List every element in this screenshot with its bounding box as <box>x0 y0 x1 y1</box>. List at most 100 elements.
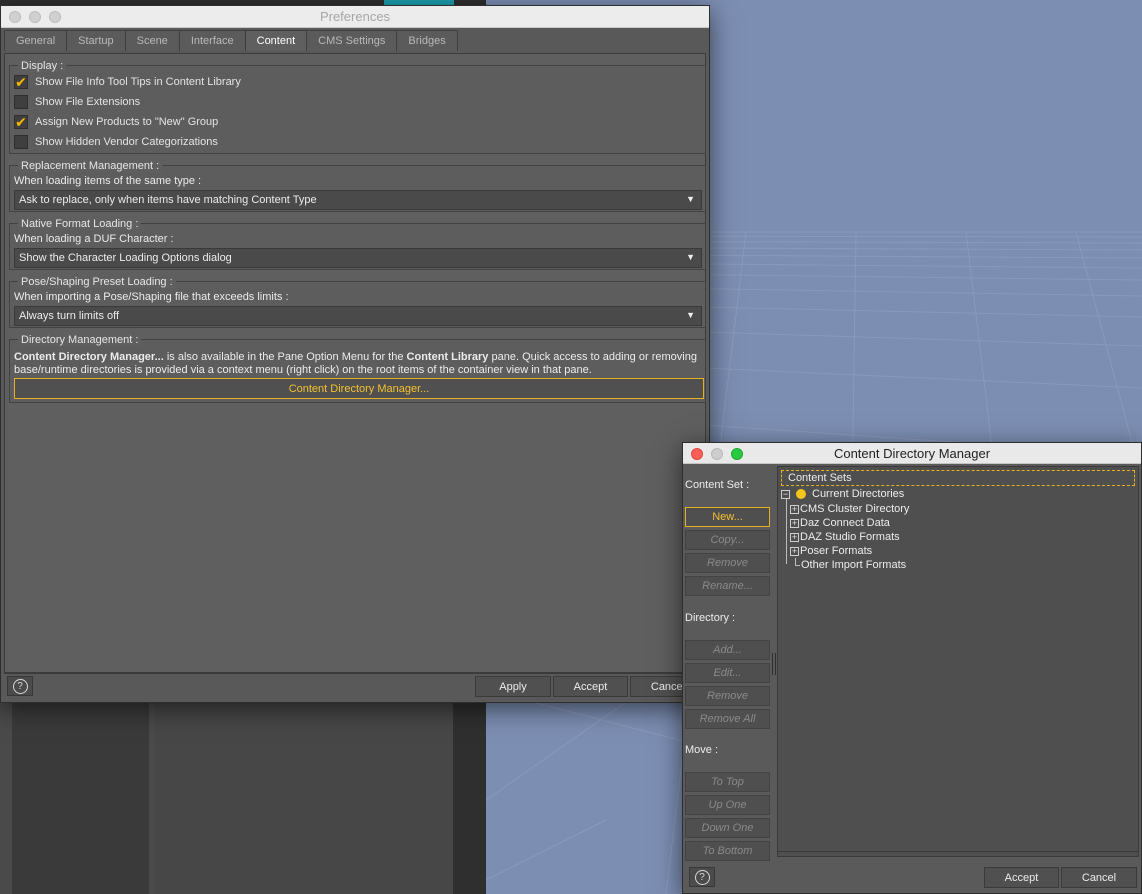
accept-button[interactable]: Accept <box>984 867 1059 888</box>
native-prompt: When loading a DUF Character : <box>14 233 174 245</box>
move-label: Move : <box>685 744 719 756</box>
help-icon: ? <box>12 678 28 694</box>
cancel-button[interactable]: Cancel <box>1061 867 1137 888</box>
content-directory-manager-window: Content Directory Manager Content Set : … <box>682 442 1142 894</box>
tree-item-label: Daz Connect Data <box>800 517 890 529</box>
option-label: Show File Extensions <box>35 96 141 108</box>
tab-scene[interactable]: Scene <box>124 30 180 51</box>
pose-shaping-loading-group: Pose/Shaping Preset Loading : When impor… <box>9 276 706 328</box>
minimize-window-icon[interactable] <box>711 448 723 460</box>
tree-item-label: DAZ Studio Formats <box>800 531 900 543</box>
tree-item-label: Other Import Formats <box>801 559 907 571</box>
dropdown-value: Show the Character Loading Options dialo… <box>19 252 232 264</box>
zoom-window-icon[interactable] <box>731 448 743 460</box>
new-content-set-button[interactable]: New... <box>685 507 770 527</box>
tree-header[interactable]: Content Sets <box>781 470 1135 486</box>
checkbox-checked[interactable]: ✔ <box>14 75 28 89</box>
move-down-one-button[interactable]: Down One <box>685 818 770 838</box>
cdm-titlebar[interactable]: Content Directory Manager <box>683 443 1141 464</box>
tree-item-label: CMS Cluster Directory <box>800 503 910 515</box>
collapse-icon[interactable]: − <box>781 489 790 499</box>
preferences-titlebar[interactable]: Preferences <box>1 6 709 28</box>
checkbox-unchecked[interactable] <box>14 135 28 149</box>
tab-content[interactable]: Content <box>244 30 308 51</box>
cdm-title: Content Directory Manager <box>833 445 991 461</box>
move-to-bottom-button[interactable]: To Bottom <box>685 841 770 861</box>
move-to-top-button[interactable]: To Top <box>685 772 770 792</box>
expand-icon[interactable]: + <box>790 518 799 528</box>
replacement-dropdown[interactable]: Ask to replace, only when items have mat… <box>14 190 702 210</box>
tree-connector <box>786 498 787 564</box>
host-panel-column <box>12 700 149 894</box>
content-directory-manager-button[interactable]: Content Directory Manager... <box>14 378 704 399</box>
expand-icon[interactable]: + <box>790 532 799 542</box>
option-assign-new-products[interactable]: ✔ Assign New Products to "New" Group <box>14 113 218 131</box>
close-window-icon[interactable] <box>691 448 703 460</box>
pose-group-title: Pose/Shaping Preset Loading : <box>18 276 176 288</box>
tab-startup[interactable]: Startup <box>66 30 126 51</box>
tab-bridges[interactable]: Bridges <box>396 30 458 51</box>
tree-item-label: Poser Formats <box>800 545 873 557</box>
tree-item-current-directories[interactable]: − Current Directories <box>781 487 904 501</box>
native-format-loading-group: Native Format Loading : When loading a D… <box>9 218 706 270</box>
tab-interface[interactable]: Interface <box>178 30 246 51</box>
tree-item-other-import-formats[interactable]: Other Import Formats <box>801 558 906 572</box>
tree-item-cms-cluster[interactable]: + CMS Cluster Directory <box>790 502 909 516</box>
directory-management-group: Directory Management : Content Directory… <box>9 334 706 403</box>
move-up-one-button[interactable]: Up One <box>685 795 770 815</box>
native-group-title: Native Format Loading : <box>18 218 142 230</box>
option-show-file-extensions[interactable]: Show File Extensions <box>14 93 140 111</box>
tree-item-daz-connect[interactable]: + Daz Connect Data <box>790 516 890 530</box>
expand-icon[interactable]: + <box>790 546 799 556</box>
close-window-icon[interactable] <box>9 11 21 23</box>
preferences-title: Preferences <box>319 9 391 24</box>
content-set-label: Content Set : <box>685 479 750 491</box>
option-label: Show File Info Tool Tips in Content Libr… <box>35 76 241 88</box>
remove-directory-button[interactable]: Remove <box>685 686 770 706</box>
desc-text: is also available in the Pane Option Men… <box>163 351 407 363</box>
replacement-group-title: Replacement Management : <box>18 160 163 172</box>
preferences-tab-bar: General Startup Scene Interface Content … <box>1 28 709 52</box>
display-group-title: Display : <box>18 60 67 72</box>
native-dropdown[interactable]: Show the Character Loading Options dialo… <box>14 248 702 268</box>
splitter-handle[interactable] <box>772 653 776 675</box>
accept-button[interactable]: Accept <box>553 676 628 697</box>
option-show-hidden-vendor[interactable]: Show Hidden Vendor Categorizations <box>14 133 218 151</box>
tree-horizontal-scrollbar[interactable] <box>778 851 1138 857</box>
checkbox-unchecked[interactable] <box>14 95 28 109</box>
replacement-management-group: Replacement Management : When loading it… <box>9 160 706 212</box>
help-button[interactable]: ? <box>7 676 33 696</box>
content-sets-tree[interactable]: Content Sets − Current Directories + CMS… <box>777 466 1139 857</box>
checkbox-checked[interactable]: ✔ <box>14 115 28 129</box>
add-directory-button[interactable]: Add... <box>685 640 770 660</box>
expand-icon[interactable]: + <box>790 504 799 514</box>
apply-button[interactable]: Apply <box>475 676 551 697</box>
edit-directory-button[interactable]: Edit... <box>685 663 770 683</box>
dropdown-arrow-icon: ▼ <box>686 194 695 204</box>
footer-divider <box>4 673 706 674</box>
host-panel-column <box>155 700 453 894</box>
dropdown-value: Ask to replace, only when items have mat… <box>19 194 317 206</box>
copy-content-set-button[interactable]: Copy... <box>685 530 770 550</box>
option-show-file-info-tooltips[interactable]: ✔ Show File Info Tool Tips in Content Li… <box>14 73 241 91</box>
preferences-window: Preferences General Startup Scene Interf… <box>0 5 710 703</box>
option-label: Show Hidden Vendor Categorizations <box>35 136 218 148</box>
desc-bold: Content Directory Manager... <box>14 351 164 363</box>
tree-connector <box>795 558 796 566</box>
minimize-window-icon[interactable] <box>29 11 41 23</box>
tree-item-poser-formats[interactable]: + Poser Formats <box>790 544 872 558</box>
pose-dropdown[interactable]: Always turn limits off ▼ <box>14 306 702 326</box>
display-group: Display : ✔ Show File Info Tool Tips in … <box>9 60 706 154</box>
remove-content-set-button[interactable]: Remove <box>685 553 770 573</box>
tab-cms-settings[interactable]: CMS Settings <box>306 30 398 51</box>
zoom-window-icon[interactable] <box>49 11 61 23</box>
help-button[interactable]: ? <box>689 867 715 887</box>
tree-item-daz-studio-formats[interactable]: + DAZ Studio Formats <box>790 530 900 544</box>
pose-prompt: When importing a Pose/Shaping file that … <box>14 291 289 303</box>
rename-content-set-button[interactable]: Rename... <box>685 576 770 596</box>
option-label: Assign New Products to "New" Group <box>35 116 219 128</box>
content-tab-panel: Display : ✔ Show File Info Tool Tips in … <box>4 53 706 673</box>
tab-general[interactable]: General <box>4 30 68 51</box>
remove-all-directories-button[interactable]: Remove All <box>685 709 770 729</box>
replacement-prompt: When loading items of the same type : <box>14 175 202 187</box>
